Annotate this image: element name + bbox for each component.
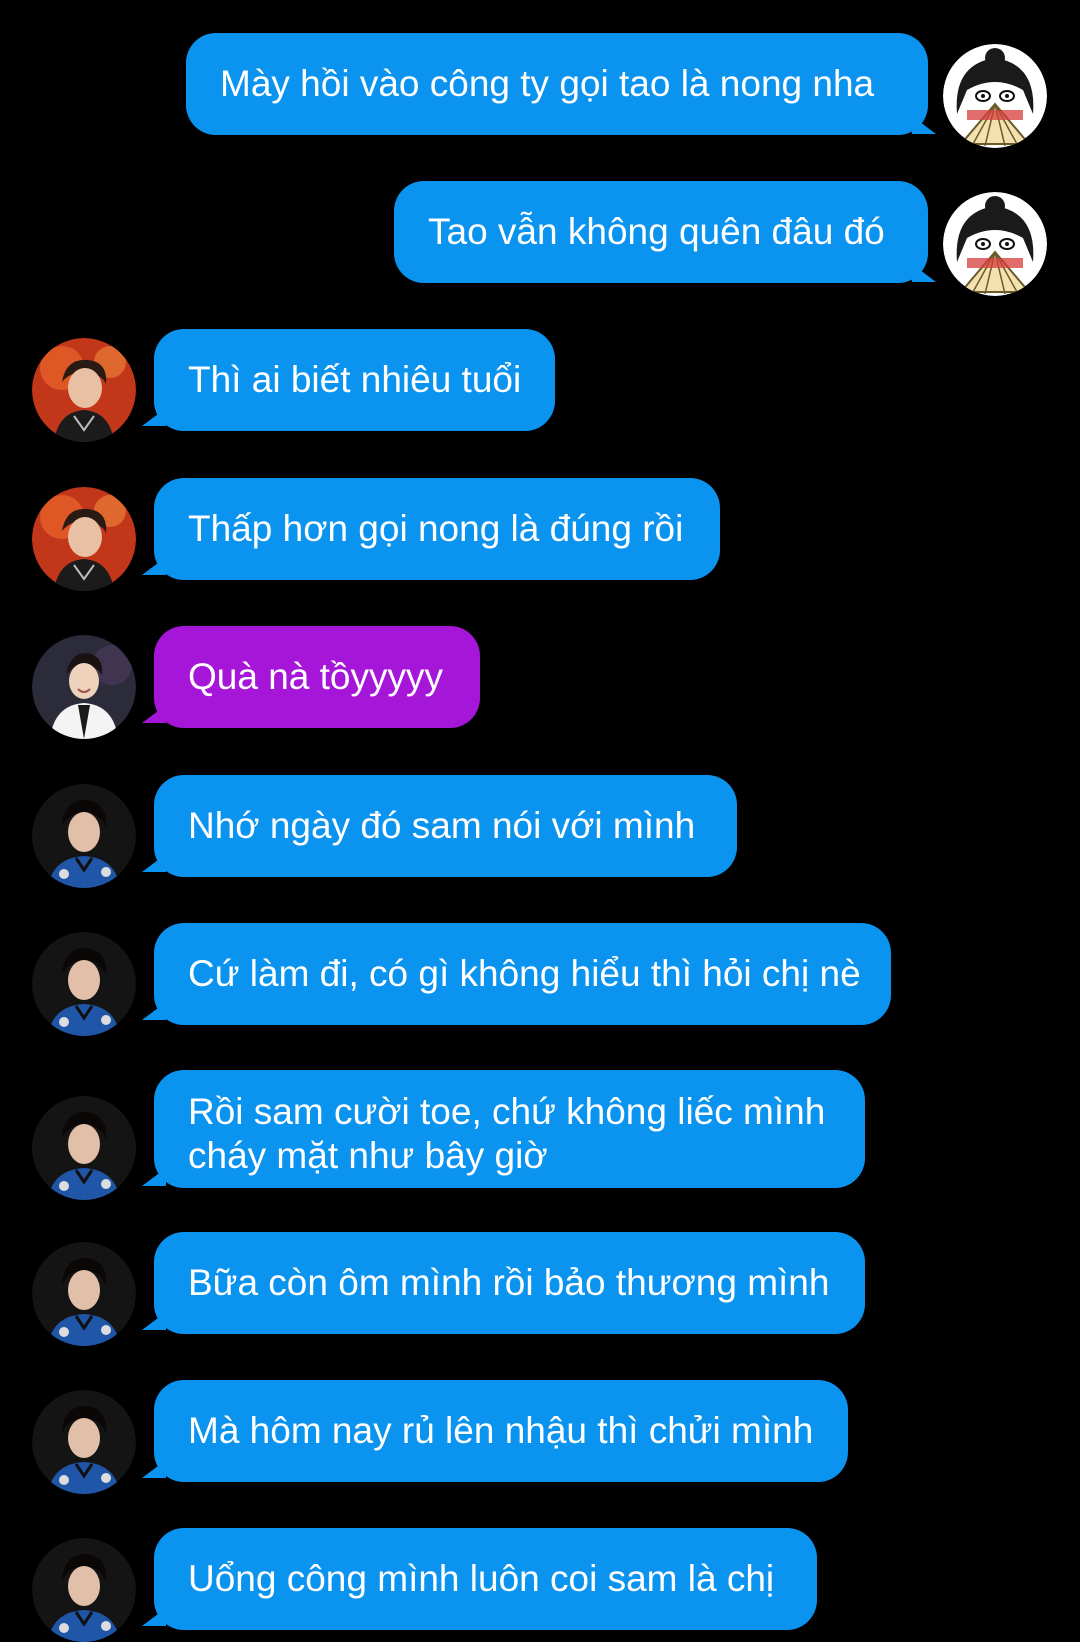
message-bubble[interactable]: Rồi sam cười toe, chứ không liếc mình ch… bbox=[154, 1070, 865, 1188]
message-text: Mà hôm nay rủ lên nhậu thì chửi mình bbox=[188, 1410, 814, 1451]
message-row: Quà nà tồyyyyy bbox=[0, 623, 1080, 739]
message-text: Cứ làm đi, có gì không hiểu thì hỏi chị … bbox=[188, 953, 861, 994]
message-text: Bữa còn ôm mình rồi bảo thương mình bbox=[188, 1262, 830, 1303]
bubble-tail bbox=[912, 264, 936, 282]
message-bubble[interactable]: Mày hồi vào công ty gọi tao là nong nha bbox=[186, 33, 928, 135]
dark-portrait-avatar[interactable] bbox=[32, 1096, 136, 1200]
message-row: Bữa còn ôm mình rồi bảo thương mình bbox=[0, 1230, 1080, 1346]
dark-portrait-avatar[interactable] bbox=[32, 1538, 136, 1642]
dark-portrait-avatar[interactable] bbox=[32, 784, 136, 888]
message-bubble[interactable]: Bữa còn ôm mình rồi bảo thương mình bbox=[154, 1232, 865, 1334]
stage-singer-avatar[interactable] bbox=[32, 338, 136, 442]
message-bubble[interactable]: Nhớ ngày đó sam nói với mình bbox=[154, 775, 737, 877]
message-text: Mày hồi vào công ty gọi tao là nong nha bbox=[220, 63, 875, 104]
message-row: Mày hồi vào công ty gọi tao là nong nha bbox=[0, 30, 1080, 148]
dark-portrait-avatar[interactable] bbox=[32, 932, 136, 1036]
chat-thread[interactable]: Mày hồi vào công ty gọi tao là nong nha … bbox=[0, 0, 1080, 1642]
message-text: Thấp hơn gọi nong là đúng rồi bbox=[188, 508, 684, 549]
message-bubble[interactable]: Thì ai biết nhiêu tuổi bbox=[154, 329, 555, 431]
message-row: Thấp hơn gọi nong là đúng rồi bbox=[0, 475, 1080, 591]
message-bubble[interactable]: Mà hôm nay rủ lên nhậu thì chửi mình bbox=[154, 1380, 848, 1482]
dark-portrait-avatar[interactable] bbox=[32, 1390, 136, 1494]
anime-fan-avatar[interactable] bbox=[943, 44, 1047, 148]
bubble-tail bbox=[912, 116, 936, 134]
message-text: Thì ai biết nhiêu tuổi bbox=[188, 359, 522, 400]
message-text: Uổng công mình luôn coi sam là chị bbox=[188, 1558, 775, 1599]
message-text: Quà nà tồyyyyy bbox=[188, 656, 444, 697]
message-row: Nhớ ngày đó sam nói với mình bbox=[0, 772, 1080, 888]
message-row: Tao vẫn không quên đâu đó bbox=[0, 178, 1080, 296]
message-row: Cứ làm đi, có gì không hiểu thì hỏi chị … bbox=[0, 920, 1080, 1036]
message-row: Thì ai biết nhiêu tuổi bbox=[0, 326, 1080, 442]
message-bubble[interactable]: Cứ làm đi, có gì không hiểu thì hỏi chị … bbox=[154, 923, 891, 1025]
anime-fan-avatar[interactable] bbox=[943, 192, 1047, 296]
message-bubble[interactable]: Uổng công mình luôn coi sam là chị bbox=[154, 1528, 817, 1630]
message-text: Nhớ ngày đó sam nói với mình bbox=[188, 805, 696, 846]
message-text: Rồi sam cười toe, chứ không liếc mình ch… bbox=[188, 1091, 826, 1176]
message-bubble[interactable]: Tao vẫn không quên đâu đó bbox=[394, 181, 928, 283]
message-row: Uổng công mình luôn coi sam là chị bbox=[0, 1526, 1080, 1642]
white-suit-avatar[interactable] bbox=[32, 635, 136, 739]
message-row: Rồi sam cười toe, chứ không liếc mình ch… bbox=[0, 1068, 1080, 1200]
message-text: Tao vẫn không quên đâu đó bbox=[428, 211, 885, 252]
message-row: Mà hôm nay rủ lên nhậu thì chửi mình bbox=[0, 1378, 1080, 1494]
dark-portrait-avatar[interactable] bbox=[32, 1242, 136, 1346]
message-bubble[interactable]: Thấp hơn gọi nong là đúng rồi bbox=[154, 478, 720, 580]
stage-singer-avatar[interactable] bbox=[32, 487, 136, 591]
message-bubble[interactable]: Quà nà tồyyyyy bbox=[154, 626, 480, 728]
